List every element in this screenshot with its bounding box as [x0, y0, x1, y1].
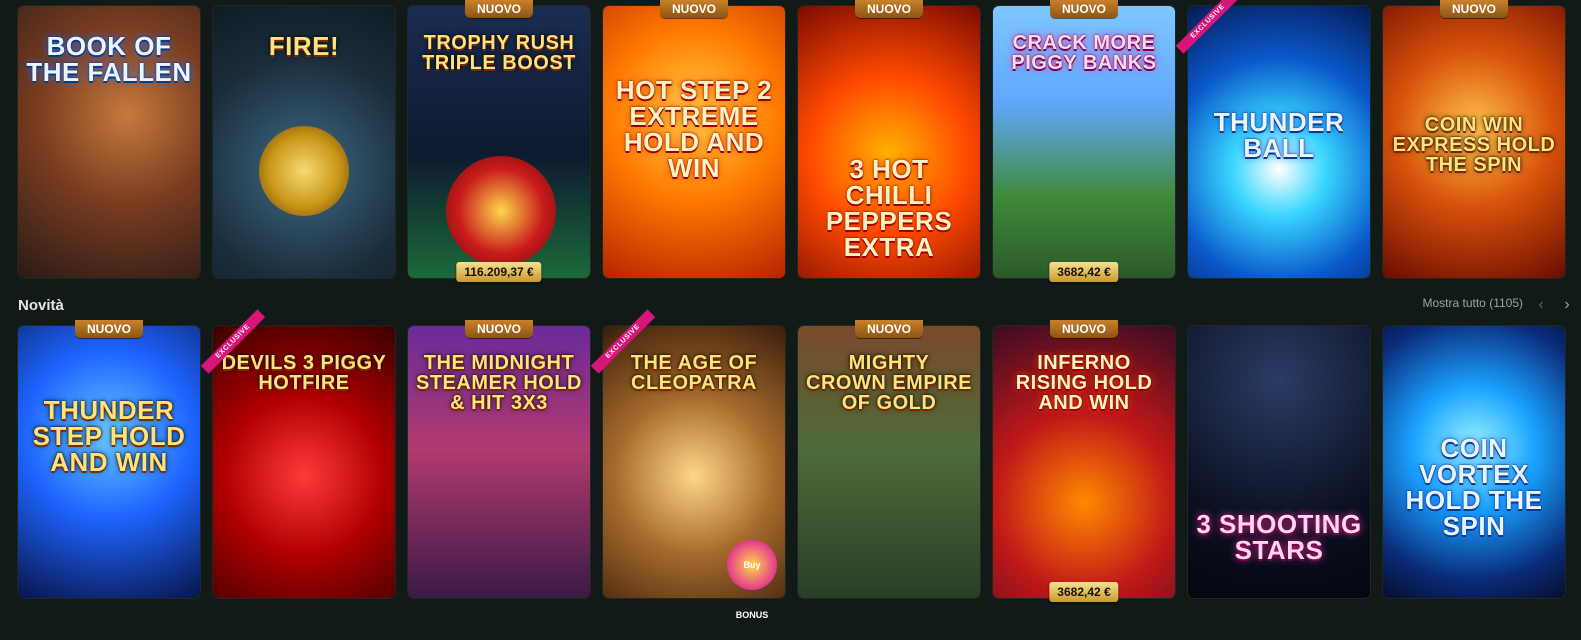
game-title: COIN VORTEX HOLD THE SPIN	[1405, 432, 1543, 541]
game-title: CRACK MORE PIGGY BANKS	[1011, 32, 1157, 75]
game-tile-3-hot-chilli-peppers[interactable]: NUOVO 3 HOT CHILLI PEPPERS EXTRA	[798, 0, 980, 278]
game-tile-3-shooting-stars[interactable]: 3 SHOOTING STARS	[1188, 326, 1370, 598]
game-tile-fire[interactable]: FIRE!	[213, 6, 395, 278]
game-title: 3 HOT CHILLI PEPPERS EXTRA	[825, 153, 953, 262]
new-badge: NUOVO	[74, 320, 144, 338]
game-tile-the-age-of-cleopatra[interactable]: EXCLUSIVE THE AGE OF CLEOPATRA Buy BONUS	[590, 309, 785, 620]
game-tile-the-midnight-steamer[interactable]: NUOVO THE MIDNIGHT STEAMER HOLD & HIT 3x…	[408, 320, 590, 598]
game-title: COIN WIN EXPRESS HOLD THE SPIN	[1392, 113, 1556, 176]
game-tile-trophy-rush[interactable]: NUOVO TROPHY RUSH Triple BOOST 116.209,3…	[408, 0, 590, 282]
game-title: TROPHY RUSH Triple BOOST	[422, 32, 576, 75]
game-title: THUNDER BALL	[1213, 107, 1345, 164]
new-badge: NUOVO	[1049, 0, 1119, 18]
new-badge: NUOVO	[1049, 320, 1119, 338]
game-tile-thunder-step[interactable]: NUOVO THUNDER STEP HOLD AND WIN	[18, 320, 200, 598]
chevron-left-icon[interactable]: ‹	[1533, 294, 1549, 316]
game-tile-thunder-ball[interactable]: EXCLUSIVE THUNDER BALL	[1175, 0, 1370, 278]
game-title: THUNDER STEP HOLD AND WIN	[32, 394, 186, 477]
game-title: DEVILS 3 PIGGY HOTFIRE	[221, 352, 387, 395]
game-tile-mighty-crown-empire-of-gold[interactable]: NUOVO MIGHTY CROWN EMPIRE OF GOLD	[798, 320, 980, 598]
game-title: MIGHTY CROWN EMPIRE OF GOLD	[806, 352, 972, 415]
game-tile-book-of-the-fallen[interactable]: BOOK OF THE FALLEN	[18, 6, 200, 278]
new-badge: NUOVO	[659, 0, 729, 18]
new-badge: NUOVO	[464, 0, 534, 18]
jackpot-amount: 3682,42 €	[1049, 262, 1119, 282]
games-row-new: NUOVO THUNDER STEP HOLD AND WIN EXCLUSIV…	[18, 309, 1565, 620]
game-tile-devils-3-piggy-hotfire[interactable]: EXCLUSIVE DEVILS 3 PIGGY HOTFIRE	[200, 309, 395, 598]
game-tile-coin-vortex[interactable]: COIN VORTEX HOLD THE SPIN	[1383, 326, 1565, 598]
section-title: Novità	[18, 296, 64, 314]
buy-bonus-badge: Buy BONUS	[727, 540, 777, 620]
new-badge: NUOVO	[854, 320, 924, 338]
game-title: HOT STEP 2 EXTREME HOLD AND WIN	[615, 74, 773, 183]
game-tile-hot-step-2-extreme[interactable]: NUOVO HOT STEP 2 EXTREME HOLD AND WIN	[603, 0, 785, 278]
jackpot-amount: 116.209,37 €	[456, 262, 542, 282]
new-badge: NUOVO	[464, 320, 534, 338]
games-row-top: BOOK OF THE FALLEN FIRE! NUOVO TROPHY RU…	[18, 0, 1565, 282]
chevron-right-icon[interactable]: ›	[1559, 294, 1575, 316]
new-badge: NUOVO	[1439, 0, 1509, 18]
jackpot-amount: 3682,42 €	[1049, 582, 1119, 602]
game-title: BOOK OF THE FALLEN	[26, 31, 192, 88]
game-tile-coin-win-express[interactable]: NUOVO COIN WIN EXPRESS HOLD THE SPIN	[1383, 0, 1565, 278]
new-badge: NUOVO	[854, 0, 924, 18]
game-title: THE MIDNIGHT STEAMER HOLD & HIT 3x3	[416, 352, 582, 415]
game-title: FIRE!	[268, 31, 340, 62]
game-title: THE AGE OF CLEOPATRA	[630, 352, 758, 395]
game-title: INFERNO RISING HOLD AND WIN	[1015, 352, 1153, 415]
show-all-link[interactable]: Mostra tutto (1105)	[1423, 296, 1524, 310]
game-tile-crack-more-piggy-banks[interactable]: NUOVO CRACK MORE PIGGY BANKS 3682,42 €	[993, 0, 1175, 282]
game-title: 3 SHOOTING STARS	[1196, 508, 1362, 565]
game-tile-inferno-rising[interactable]: NUOVO INFERNO RISING HOLD AND WIN 3682,4…	[993, 320, 1175, 602]
